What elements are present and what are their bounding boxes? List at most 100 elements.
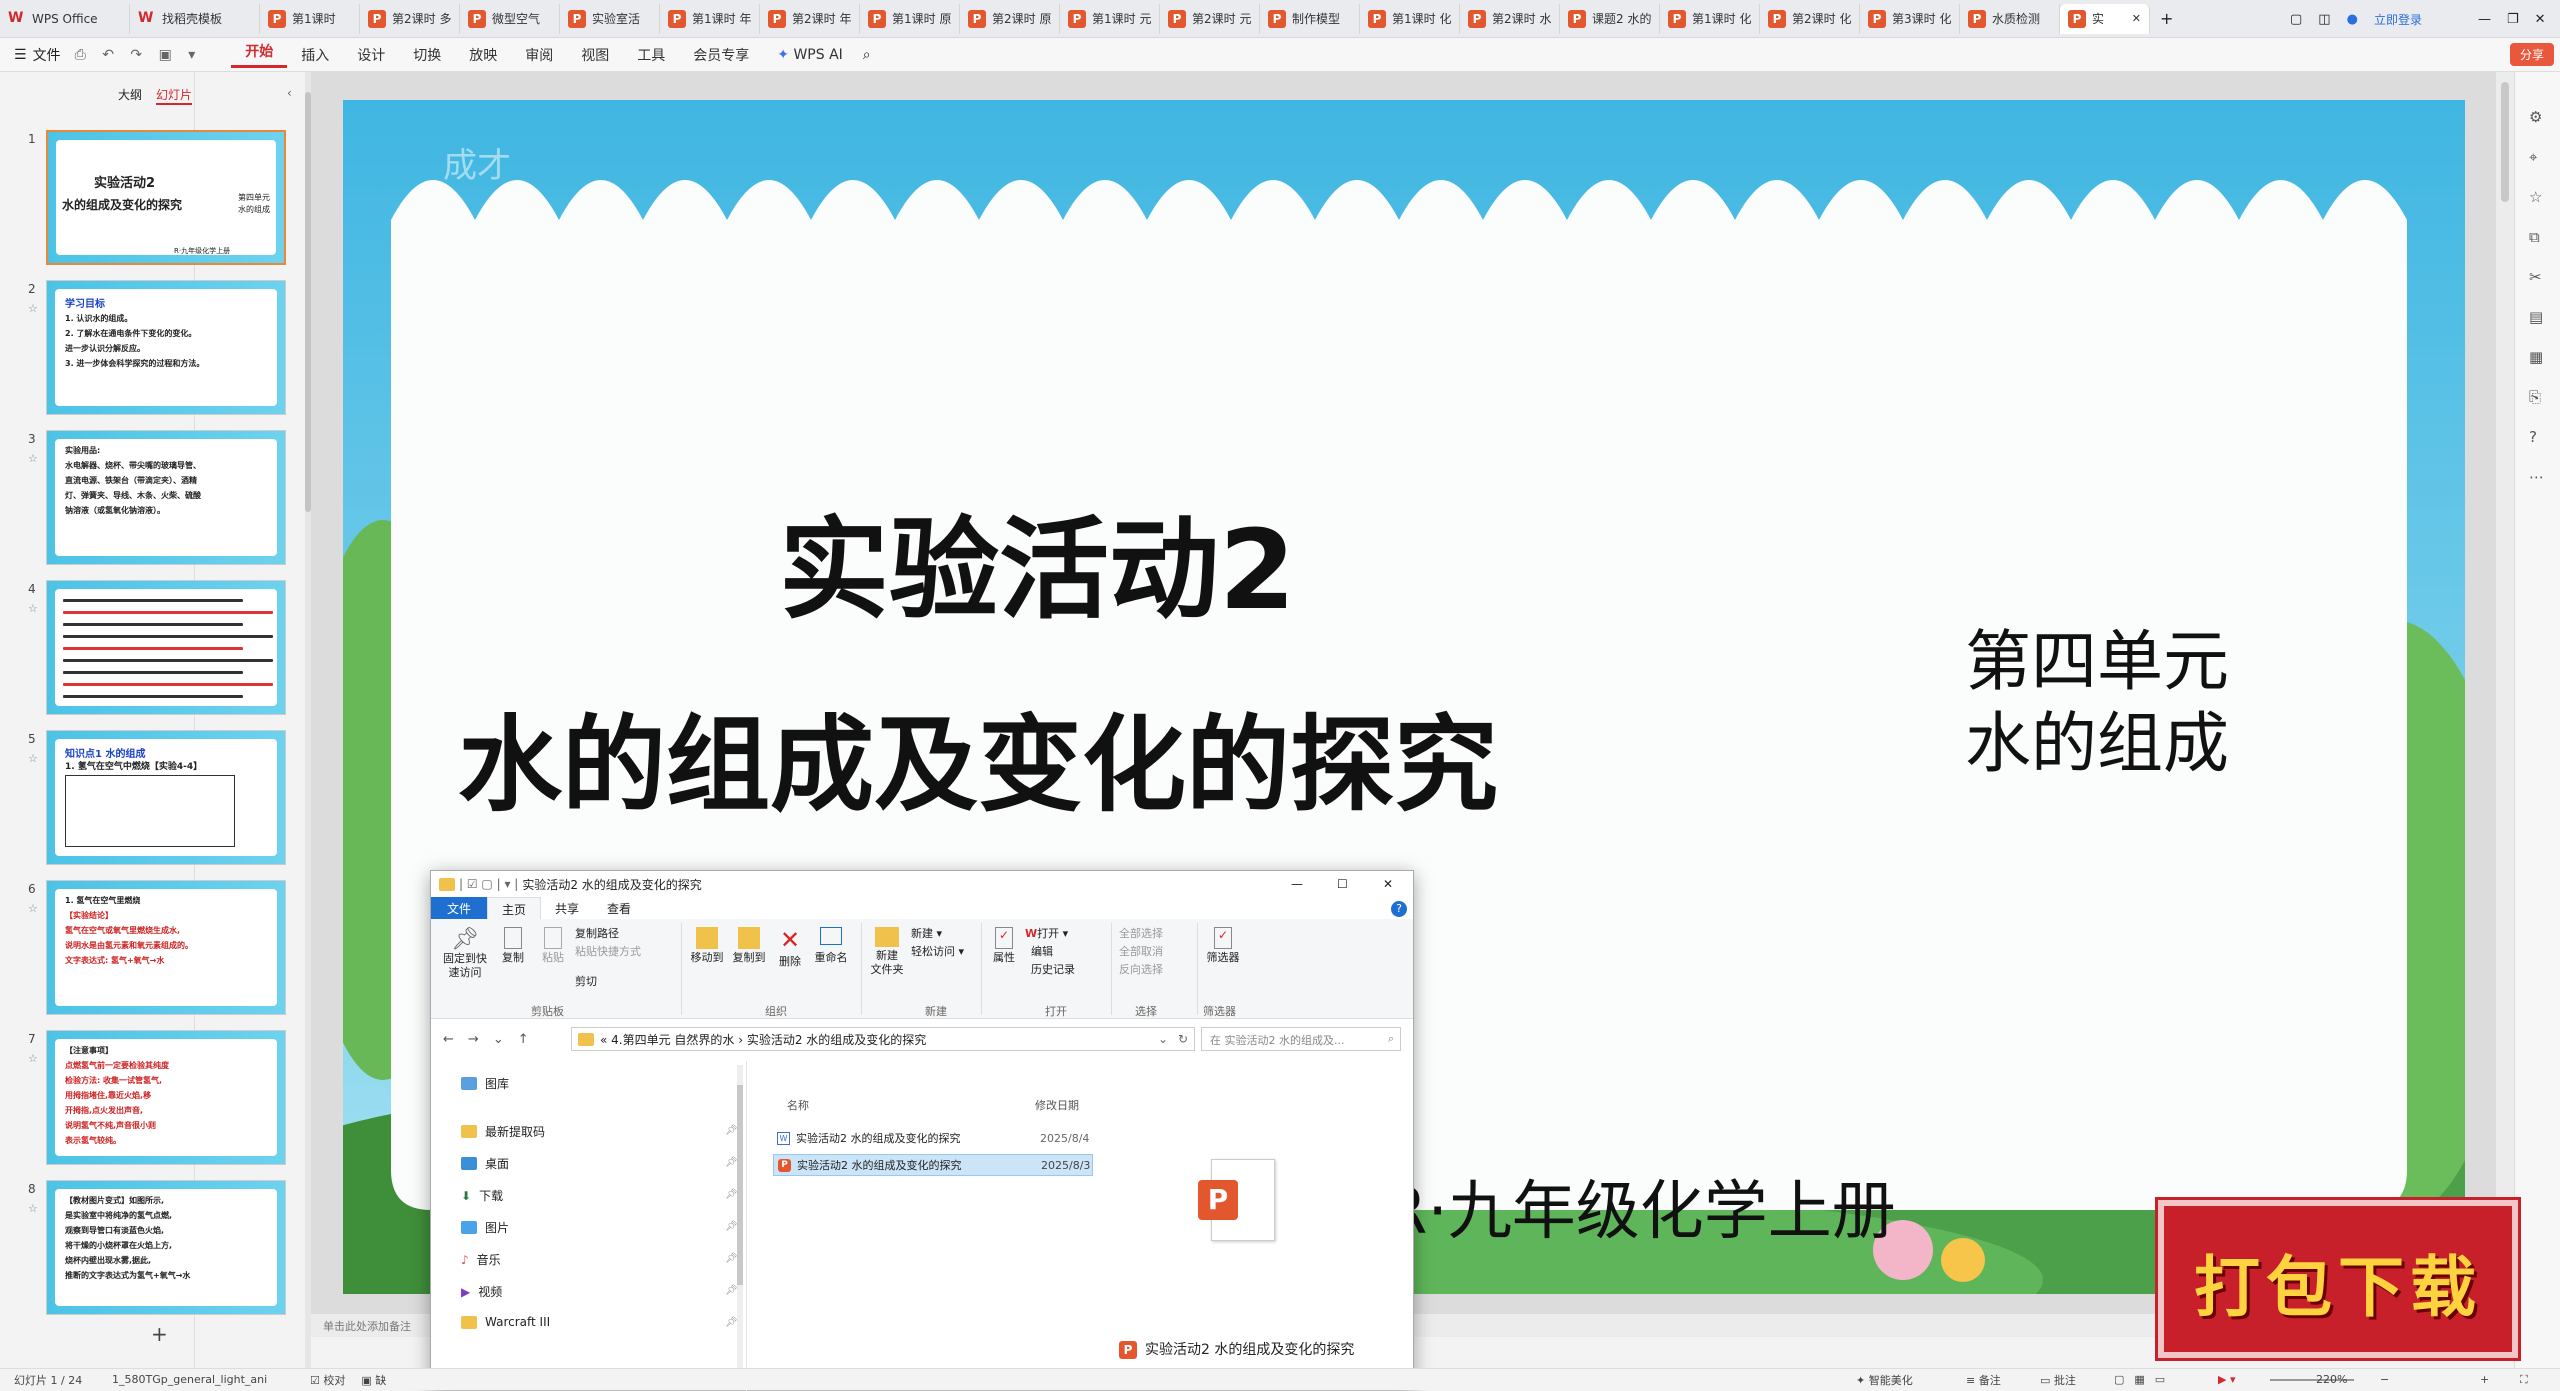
view-buttons[interactable]: ▢▦▭ [2114, 1373, 2175, 1386]
column-date[interactable]: 修改日期 [1035, 1097, 1079, 1113]
theme-name[interactable]: 1_580TGp_general_light_ani [100, 1373, 290, 1386]
copy-icon[interactable]: ⧉ [2529, 228, 2540, 246]
file-row[interactable]: W 实验活动2 水的组成及变化的探究 2025/8/4 [761, 1127, 1101, 1149]
document-tab[interactable]: P 第2课时 原 [960, 3, 1060, 34]
layout-icon[interactable]: ▤ [2529, 308, 2543, 326]
back-icon[interactable]: ← [443, 1032, 454, 1047]
invert-selection-button[interactable]: 反向选择 [1119, 961, 1163, 977]
copy-to-button[interactable]: 复制到 [729, 927, 769, 965]
tab-member[interactable]: 会员专享 [679, 45, 763, 65]
address-bar[interactable]: « 4.第四单元 自然界的水 › 实验活动2 水的组成及变化的探究 ⌄ ↻ [571, 1027, 1195, 1051]
pin-quick-access-button[interactable]: 📌︎ 固定到快速访问 [437, 927, 493, 980]
slide-vertical-scrollbar[interactable] [2496, 72, 2514, 1337]
avatar[interactable]: ● [2347, 12, 2358, 27]
slide-thumbnail[interactable]: 实验用品: 水电解器、烧杯、带尖嘴的玻璃导管、 直流电源、铁架台（带滴定夹）、酒精灯… [46, 430, 286, 565]
document-tab[interactable]: P 实 ✕ [2060, 3, 2150, 34]
nav-item-warcraft[interactable]: Warcraft III [461, 1315, 550, 1329]
slide-thumbnail[interactable] [46, 580, 286, 715]
slide-thumbnail[interactable]: 【教材图片变式】如图所示, 是实验室中将纯净的氢气点燃, 观察到导管口有淡蓝色火焰,… [46, 1180, 286, 1315]
close-icon[interactable]: ✕ [2535, 12, 2546, 27]
document-tab[interactable]: P 制作模型 [1260, 3, 1360, 34]
star-icon[interactable]: ☆ [28, 452, 38, 465]
notes-button[interactable]: ≡ 备注 [1966, 1372, 2001, 1388]
forward-icon[interactable]: → [468, 1032, 479, 1047]
help-icon[interactable]: ? [2529, 428, 2537, 446]
search-icon[interactable]: ⌕ [857, 47, 871, 63]
refresh-icon[interactable]: ↻ [1178, 1032, 1188, 1046]
delete-button[interactable]: ✕ 删除 [773, 927, 807, 969]
tab-slideshow[interactable]: 放映 [455, 45, 511, 65]
document-tab[interactable]: P 第1课时 元 [1060, 3, 1160, 34]
smart-beautify-button[interactable]: ✦ 智能美化 [1856, 1372, 1913, 1388]
slide-thumbnail[interactable]: 实验活动2 水的组成及变化的探究 第四单元 水的组成 R·九年级化学上册 [46, 130, 286, 265]
wps-ai-button[interactable]: ✦ WPS AI [763, 47, 857, 63]
tab-review[interactable]: 审阅 [511, 45, 567, 65]
tab-insert[interactable]: 插入 [287, 45, 343, 65]
open-button[interactable]: W打开 ▾ [1025, 925, 1068, 941]
nav-item-videos[interactable]: ▶ 视频 [461, 1283, 502, 1300]
copy-path-button[interactable]: 复制路径 [575, 925, 619, 941]
home-tab[interactable]: W WPS Office [0, 3, 130, 34]
file-row-selected[interactable]: P 实验活动2 水的组成及变化的探究 2025/8/3 [773, 1154, 1093, 1176]
star-icon[interactable]: ☆ [28, 752, 38, 765]
paste-button[interactable]: 粘贴 [535, 927, 571, 965]
nav-item-latest[interactable]: 最新提取码 [461, 1123, 545, 1140]
explorer-maximize-icon[interactable]: ☐ [1337, 877, 1348, 891]
collapse-panel-icon[interactable]: ‹ [287, 86, 292, 100]
star-icon[interactable]: ☆ [28, 902, 38, 915]
column-name[interactable]: 名称 [787, 1097, 809, 1113]
login-link[interactable]: 立即登录 [2374, 11, 2422, 28]
download-badge[interactable]: 打包下载 [2158, 1200, 2518, 1358]
explorer-tab-file[interactable]: 文件 [431, 897, 488, 919]
properties-button[interactable]: ✓ 属性 [987, 927, 1021, 965]
more-icon[interactable]: ⋯ [2529, 468, 2544, 486]
new-folder-button[interactable]: 新建 文件夹 [867, 927, 907, 977]
template-icon[interactable]: ▦ [2529, 348, 2543, 366]
document-tab[interactable]: P 第1课时 原 [860, 3, 960, 34]
explorer-tab-home[interactable]: 主页 [487, 897, 542, 919]
new-item-button[interactable]: 新建 ▾ [911, 925, 942, 941]
tab-view[interactable]: 视图 [567, 45, 623, 65]
explorer-search-input[interactable]: 在 实验活动2 水的组成及... ⌕ [1201, 1027, 1401, 1051]
star-icon[interactable]: ☆ [28, 1202, 38, 1215]
nav-scrollbar[interactable] [737, 1065, 743, 1385]
select-none-button[interactable]: 全部取消 [1119, 943, 1163, 959]
explorer-tab-view[interactable]: 查看 [593, 897, 645, 919]
slide-thumbnail[interactable]: 学习目标 1. 认识水的组成。 2. 了解水在通电条件下变化的变化。 进一步认识分解反… [46, 280, 286, 415]
document-tab[interactable]: P 水质检测 [1960, 3, 2060, 34]
recent-icon[interactable]: ⌄ [493, 1032, 504, 1047]
cursor-icon[interactable]: ⌖ [2529, 148, 2537, 166]
star-icon[interactable]: ☆ [2529, 188, 2542, 206]
explorer-close-icon[interactable]: ✕ [1383, 877, 1393, 891]
missing-font-button[interactable]: ▣ 缺 [345, 1372, 386, 1388]
nav-item-desktop[interactable]: 桌面 [461, 1155, 509, 1172]
slideshow-button[interactable]: ▶ ▾ [2218, 1373, 2235, 1386]
close-tab-icon[interactable]: ✕ [2132, 12, 2141, 25]
fit-window-icon[interactable]: ⛶ [2520, 1373, 2528, 1387]
add-slide-button[interactable]: + [151, 1322, 168, 1346]
nav-item-pictures[interactable]: 图片 [461, 1219, 509, 1236]
cut-button[interactable]: 剪切 [575, 973, 597, 989]
star-icon[interactable]: ☆ [28, 602, 38, 615]
address-dropdown-icon[interactable]: ⌄ [1158, 1032, 1168, 1046]
document-tab[interactable]: P 第1课时 化 [1660, 3, 1760, 34]
minimize-icon[interactable]: — [2478, 12, 2491, 27]
adjust-icon[interactable]: ⚙ [2529, 108, 2542, 126]
up-icon[interactable]: ↑ [518, 1032, 529, 1047]
filter-button[interactable]: ✓ 筛选器 [1203, 927, 1243, 965]
nav-item-music[interactable]: ♪ 音乐 [461, 1251, 501, 1268]
document-tab[interactable]: P 微型空气 [460, 3, 560, 34]
slides-tab[interactable]: 幻灯片 [156, 86, 193, 105]
tab-transition[interactable]: 切换 [399, 45, 455, 65]
document-tab[interactable]: P 第2课时 元 [1160, 3, 1260, 34]
home-tab[interactable]: W 找稻壳模板 [130, 3, 260, 34]
tools-icon[interactable]: ✂ [2529, 268, 2542, 286]
bookmark-icon[interactable]: ⎘ [2529, 388, 2541, 406]
document-tab[interactable]: P 实验室活 [560, 3, 660, 34]
slide-thumbnail[interactable]: 【注意事项】 点燃氢气前一定要检验其纯度 检验方法: 收集一试管氢气, 用拇指堵住,靠… [46, 1030, 286, 1165]
slide-subtitle[interactable]: 水的组成及变化的探究 [458, 680, 1498, 831]
move-to-button[interactable]: 移动到 [687, 927, 727, 965]
document-tab[interactable]: P 第2课时 年 [760, 3, 860, 34]
document-tab[interactable]: P 课题2 水的 [1560, 3, 1660, 34]
zoom-in-icon[interactable]: + [2480, 1373, 2489, 1386]
